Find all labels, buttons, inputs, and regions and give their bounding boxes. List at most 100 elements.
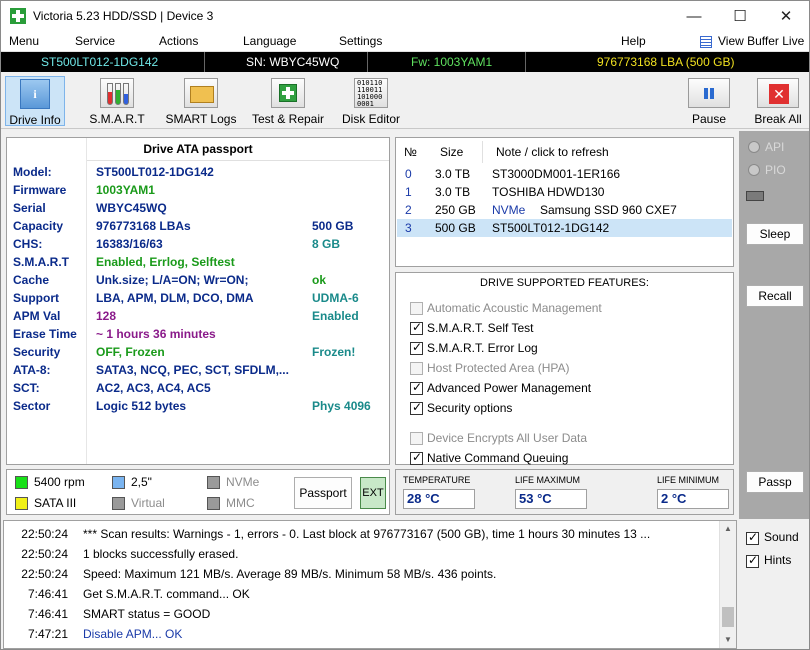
feature-item[interactable]: Device Encrypts All User Data	[410, 431, 587, 446]
features-title: DRIVE SUPPORTED FEATURES:	[480, 277, 649, 289]
feature-checkbox[interactable]	[410, 432, 423, 446]
feature-checkbox[interactable]	[410, 302, 423, 316]
pio-radio[interactable]	[748, 164, 760, 176]
passport-extra: ok	[312, 273, 327, 287]
pause-button[interactable]: Pause	[685, 76, 733, 126]
passport-value: ST500LT012-1DG142	[96, 165, 214, 179]
device-row[interactable]: 0 3.0 TB ST3000DM001-1ER166	[397, 165, 732, 183]
feature-item[interactable]: Native Command Queuing	[410, 450, 568, 466]
api-radio[interactable]	[748, 141, 760, 153]
device-number: 3	[405, 221, 412, 235]
side-control-panel: API PIO	[739, 131, 809, 519]
log-time: 22:50:24	[21, 567, 68, 581]
feature-label: Host Protected Area (HPA)	[427, 361, 570, 375]
feature-checkbox[interactable]	[410, 400, 423, 416]
passport-label: Security	[13, 345, 61, 359]
test-repair-button[interactable]: Test & Repair	[247, 76, 329, 126]
passp-button[interactable]: Passp	[746, 471, 804, 493]
pio-label: PIO	[765, 163, 786, 177]
feature-checkbox[interactable]	[410, 362, 423, 376]
feature-checkbox[interactable]	[410, 340, 423, 356]
passport-title: Drive ATA passport	[143, 142, 253, 156]
menu-service[interactable]: Service	[75, 34, 115, 48]
device-interface: NVMe	[492, 203, 526, 217]
column-number[interactable]: №	[404, 145, 417, 159]
smart-logs-label: SMART Logs	[165, 112, 237, 126]
binary-icon: 010110 110011 101000 0001	[354, 78, 388, 108]
log-panel: 22:50:24 *** Scan results: Warnings - 1, …	[3, 520, 737, 649]
status-indicator	[746, 191, 764, 201]
scroll-up-icon[interactable]: ▲	[724, 524, 732, 533]
device-note: TOSHIBA HDWD130	[492, 185, 605, 199]
drive-info-button[interactable]: i Drive Info	[5, 76, 65, 127]
ext-button[interactable]: EXT	[360, 477, 386, 509]
log-message: SMART status = GOOD	[83, 607, 211, 621]
drive-info-bar: ST500LT012-1DG142 SN: WBYC45WQ Fw: 1003Y…	[1, 52, 809, 72]
menu-menu[interactable]: Menu	[9, 34, 39, 48]
device-number: 2	[405, 203, 412, 217]
info-separator	[367, 52, 368, 72]
temperature-label: TEMPERATURE	[403, 475, 471, 485]
feature-item[interactable]: S.M.A.R.T. Error Log	[410, 340, 538, 356]
passport-label: Sector	[13, 399, 51, 413]
pause-icon	[688, 78, 730, 108]
feature-checkbox[interactable]	[410, 450, 423, 466]
break-all-label: Break All	[754, 112, 802, 126]
legend-form-factor: 2,5"	[131, 475, 152, 489]
menu-actions[interactable]: Actions	[159, 34, 198, 48]
title-bar: Victoria 5.23 HDD/SSD | Device 3 — ☐ ✕	[1, 1, 809, 32]
maximize-button[interactable]: ☐	[717, 1, 763, 32]
log-time: 7:46:41	[27, 607, 68, 621]
life-max-label: LIFE MAXIMUM	[515, 475, 581, 485]
menu-language[interactable]: Language	[243, 34, 296, 48]
device-note: ST3000DM001-1ER166	[492, 167, 621, 181]
feature-checkbox[interactable]	[410, 320, 423, 336]
recall-button[interactable]: Recall	[746, 285, 804, 307]
mmc-swatch	[207, 497, 220, 510]
feature-checkbox[interactable]	[410, 380, 423, 396]
feature-item[interactable]: Host Protected Area (HPA)	[410, 361, 570, 376]
passport-value: 976773168 LBAs	[96, 219, 191, 233]
break-all-button[interactable]: ✕ Break All	[751, 76, 805, 126]
disk-editor-button[interactable]: 010110 110011 101000 0001 Disk Editor	[337, 76, 405, 126]
passport-extra: 8 GB	[312, 237, 341, 251]
device-row[interactable]: 1 3.0 TB TOSHIBA HDWD130	[397, 183, 732, 201]
menu-settings[interactable]: Settings	[339, 34, 382, 48]
passport-label: ATA-8:	[13, 363, 51, 377]
sound-checkbox[interactable]	[746, 530, 759, 546]
feature-item[interactable]: Automatic Acoustic Management	[410, 301, 602, 316]
pause-label: Pause	[691, 112, 727, 126]
device-row[interactable]: 2 250 GB NVMe Samsung SSD 960 CXE7	[397, 201, 732, 219]
feature-item[interactable]: Security options	[410, 400, 512, 416]
device-size: 250 GB	[435, 203, 476, 217]
passport-value: AC2, AC3, AC4, AC5	[96, 381, 211, 395]
legend-nvme: NVMe	[226, 475, 260, 489]
log-time: 22:50:24	[21, 547, 68, 561]
feature-item[interactable]: Advanced Power Management	[410, 380, 591, 396]
view-buffer-live[interactable]: View Buffer Live	[718, 34, 804, 48]
life-max-value: 53 °C	[515, 489, 587, 509]
menu-help[interactable]: Help	[621, 34, 646, 48]
sleep-button[interactable]: Sleep	[746, 223, 804, 245]
log-message: Speed: Maximum 121 MB/s. Average 89 MB/s…	[83, 567, 497, 581]
minimize-button[interactable]: —	[671, 1, 717, 32]
column-size[interactable]: Size	[440, 145, 463, 159]
close-button[interactable]: ✕	[763, 1, 809, 32]
device-note: Samsung SSD 960 CXE7	[540, 203, 677, 217]
feature-label: S.M.A.R.T. Self Test	[427, 321, 534, 335]
scroll-thumb[interactable]	[722, 607, 734, 627]
log-scrollbar[interactable]: ▲ ▼	[719, 521, 736, 648]
log-message: *** Scan results: Warnings - 1, errors -…	[83, 527, 651, 541]
scroll-down-icon[interactable]: ▼	[724, 635, 732, 644]
passport-extra: Phys 4096	[312, 399, 371, 413]
info-serial: SN: WBYC45WQ	[246, 55, 340, 69]
column-note[interactable]: Note / click to refresh	[496, 145, 609, 159]
feature-item[interactable]: S.M.A.R.T. Self Test	[410, 320, 534, 336]
device-row[interactable]: 3 500 GB ST500LT012-1DG142	[397, 219, 732, 237]
hints-checkbox[interactable]	[746, 553, 759, 569]
info-lba: 976773168 LBA (500 GB)	[597, 55, 735, 69]
smart-logs-button[interactable]: SMART Logs	[163, 76, 239, 126]
drive-passport-panel: Drive ATA passport Model: ST500LT012-1DG1…	[6, 137, 390, 465]
passport-button[interactable]: Passport	[294, 477, 352, 509]
smart-button[interactable]: S.M.A.R.T	[85, 76, 149, 126]
